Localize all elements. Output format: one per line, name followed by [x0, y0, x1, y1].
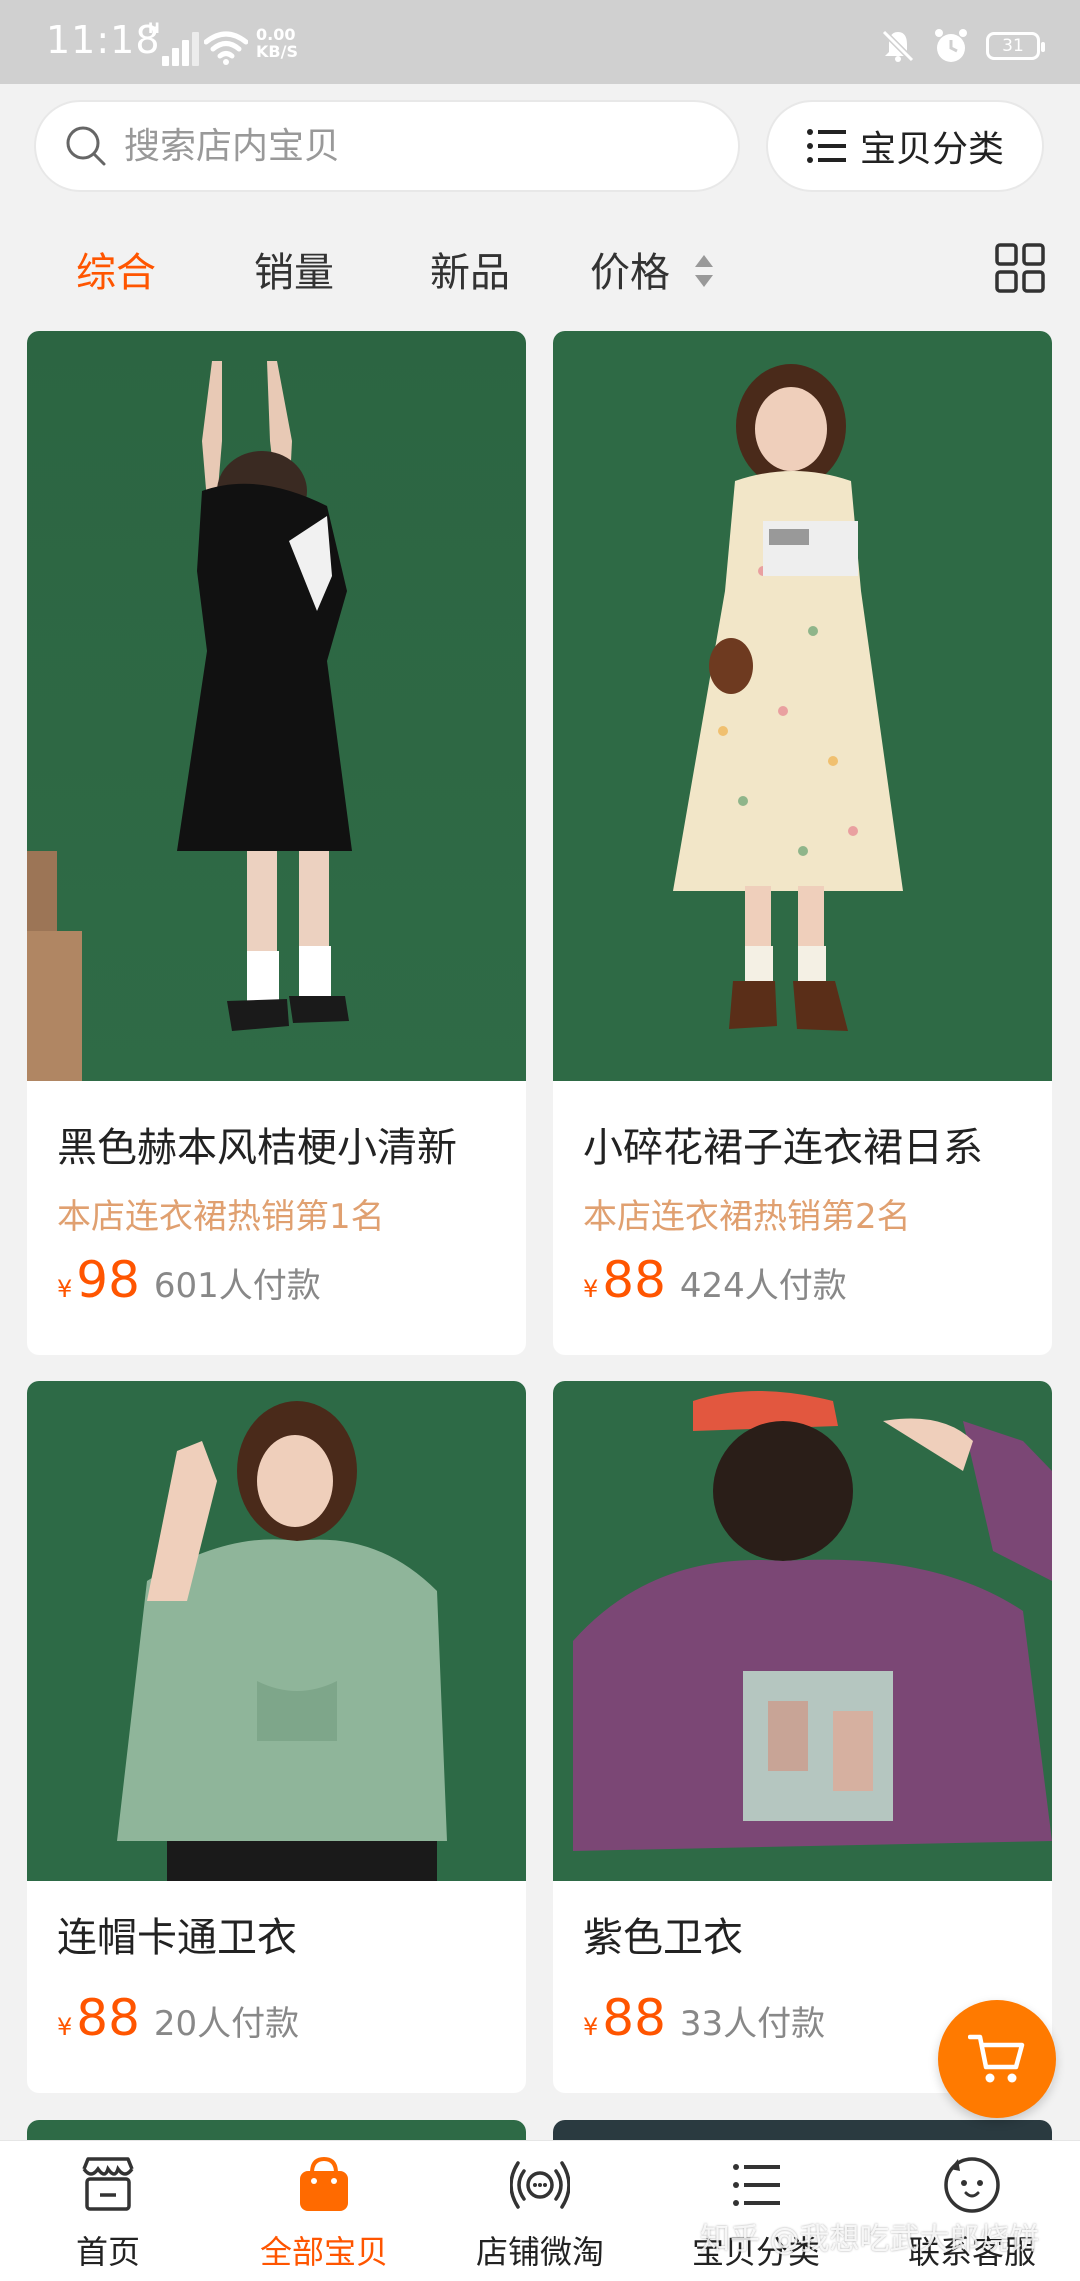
- network-speed: 0.00 KB/S: [256, 26, 298, 60]
- product-image: [27, 331, 526, 1081]
- product-price: 88: [76, 1989, 140, 2047]
- product-image: [27, 1381, 526, 1881]
- search-icon: [66, 126, 106, 166]
- currency-symbol: ¥: [57, 1275, 73, 1303]
- sort-tabs: 综合 销量 新品 价格: [0, 228, 1080, 310]
- product-card[interactable]: 小碎花裙子连衣裙日系 本店连衣裙热销第2名 ¥ 88 424人付款: [553, 331, 1052, 1355]
- product-price: 98: [76, 1251, 140, 1309]
- store-icon: [82, 2157, 134, 2211]
- list-icon: [733, 2164, 780, 2206]
- grid-view-icon[interactable]: [994, 242, 1046, 294]
- sales-count: 424人付款: [679, 1266, 847, 1306]
- broadcast-icon: [510, 2161, 570, 2209]
- battery-icon: 31: [986, 32, 1045, 60]
- nav-item-all-products[interactable]: 全部宝贝: [216, 2141, 432, 2281]
- nav-item-customer-service[interactable]: 联系客服: [864, 2141, 1080, 2281]
- status-time: 11:18: [46, 18, 161, 62]
- product-title: 紫色卫衣: [583, 1915, 743, 1961]
- wifi-icon: [204, 31, 248, 65]
- category-button[interactable]: 宝贝分类: [766, 100, 1044, 192]
- signal-icon: [162, 30, 202, 66]
- price-row: ¥ 88 424人付款: [583, 1251, 847, 1309]
- battery-level: 31: [1002, 36, 1024, 56]
- category-button-label: 宝贝分类: [859, 129, 1004, 170]
- status-bar: 11:18 H 0.00 KB/S 31: [0, 0, 1080, 84]
- product-price: 88: [602, 1251, 666, 1309]
- tab-label: 综合: [76, 250, 156, 296]
- product-price: 88: [602, 1989, 666, 2047]
- product-card[interactable]: 连帽卡通卫衣 ¥ 88 20人付款: [27, 1381, 526, 2093]
- list-icon: [806, 129, 846, 163]
- currency-symbol: ¥: [583, 2013, 599, 2041]
- price-row: ¥ 88 20人付款: [57, 1989, 299, 2047]
- currency-symbol: ¥: [583, 1275, 599, 1303]
- product-rank: 本店连衣裙热销第1名: [57, 1197, 385, 1237]
- tab-new[interactable]: 新品: [430, 240, 510, 298]
- product-image: [553, 331, 1052, 1081]
- alarm-icon: [935, 29, 967, 62]
- tab-label: 新品: [430, 250, 510, 296]
- product-card[interactable]: 紫色卫衣 ¥ 88 33人付款: [553, 1381, 1052, 2093]
- price-row: ¥ 88 33人付款: [583, 1989, 825, 2047]
- sort-arrows-icon: [694, 255, 713, 287]
- sales-count: 601人付款: [153, 1266, 321, 1306]
- watermark: 知乎 @我想吃武大郎烧饼: [700, 2222, 1040, 2257]
- tab-sales[interactable]: 销量: [254, 240, 334, 298]
- product-rank: 本店连衣裙热销第2名: [583, 1197, 911, 1237]
- mute-icon: [881, 29, 915, 63]
- sales-count: 20人付款: [153, 2004, 300, 2044]
- tab-label: 销量: [254, 250, 334, 296]
- shopping-bag-icon: [300, 2156, 348, 2211]
- chat-face-icon: [944, 2157, 1000, 2213]
- nav-item-categories[interactable]: 宝贝分类: [648, 2141, 864, 2281]
- nav-label: 店铺微淘: [475, 2233, 604, 2271]
- product-title: 连帽卡通卫衣: [57, 1915, 297, 1961]
- cart-icon: [968, 2034, 1025, 2083]
- bottom-nav: 首页 全部宝贝 店铺微淘 宝贝分类 联系客服: [0, 2140, 1080, 2281]
- price-row: ¥ 98 601人付款: [57, 1251, 321, 1309]
- network-badge: H: [148, 21, 160, 37]
- product-card[interactable]: 黑色赫本风桔梗小清新 本店连衣裙热销第1名 ¥ 98 601人付款: [27, 331, 526, 1355]
- tab-comprehensive[interactable]: 综合: [76, 240, 156, 298]
- currency-symbol: ¥: [57, 2013, 73, 2041]
- search-input[interactable]: [122, 124, 686, 168]
- product-title: 小碎花裙子连衣裙日系: [583, 1125, 983, 1171]
- nav-label: 全部宝贝: [259, 2233, 388, 2271]
- cart-button[interactable]: [938, 2000, 1056, 2118]
- search-bar[interactable]: [34, 100, 740, 192]
- product-title: 黑色赫本风桔梗小清新: [57, 1125, 457, 1171]
- product-image: [553, 1381, 1052, 1881]
- status-right: 31: [880, 26, 1045, 66]
- speed-unit: KB/S: [256, 42, 298, 61]
- speed-value: 0.00: [256, 25, 296, 44]
- nav-item-home[interactable]: 首页: [0, 2141, 216, 2281]
- tab-label: 价格: [590, 250, 670, 296]
- nav-item-weitao[interactable]: 店铺微淘: [432, 2141, 648, 2281]
- sales-count: 33人付款: [679, 2004, 826, 2044]
- tab-price[interactable]: 价格: [590, 240, 715, 298]
- nav-label: 首页: [75, 2233, 140, 2271]
